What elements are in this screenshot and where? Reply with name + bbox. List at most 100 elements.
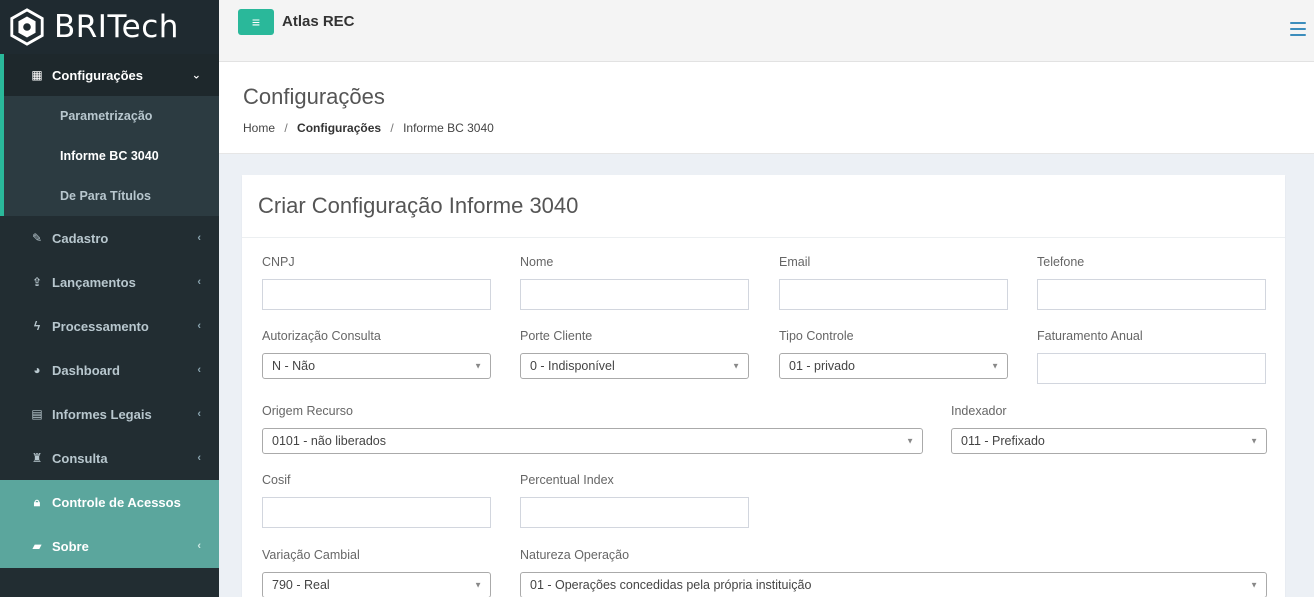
breadcrumb-configuracoes[interactable]: Configurações <box>297 121 381 135</box>
natureza-operacao-label: Natureza Operação <box>520 548 630 562</box>
chevron-left-icon: ‹ <box>197 320 201 332</box>
breadcrumb-separator: / <box>390 121 394 135</box>
cosif-input[interactable] <box>262 497 491 528</box>
form-header: Criar Configuração Informe 3040 <box>242 175 1285 238</box>
faturamento-anual-label: Faturamento Anual <box>1037 329 1143 343</box>
sidebar-item-label: Sobre <box>52 538 89 554</box>
select-value: 790 - Real <box>272 578 330 592</box>
sidebar-item-label: Informes Legais <box>52 406 152 422</box>
sidebar-item-processamento[interactable]: ϟ Processamento ‹ <box>0 304 219 348</box>
sidebar-item-configuracoes[interactable]: ▦ Configurações ⌄ <box>0 54 219 96</box>
upload-icon: ⇪ <box>31 275 43 289</box>
sidebar-submenu: Parametrização Informe BC 3040 De Para T… <box>0 96 219 216</box>
chevron-down-icon: ⌄ <box>191 69 201 82</box>
autorizacao-consulta-select[interactable]: N - Não ▼ <box>262 353 491 379</box>
sidebar-item-label: Consulta <box>52 450 108 466</box>
email-input[interactable] <box>779 279 1008 310</box>
form-box: Criar Configuração Informe 3040 CNPJ Nom… <box>242 175 1285 597</box>
nome-input[interactable] <box>520 279 749 310</box>
chevron-left-icon: ‹ <box>197 540 201 552</box>
sidebar-item-informes-legais[interactable]: ▤ Informes Legais ‹ <box>0 392 219 436</box>
sidebar-item-dashboard[interactable]: ◕ Dashboard ‹ <box>0 348 219 392</box>
dropdown-arrow-icon: ▼ <box>474 580 482 590</box>
form-title: Criar Configuração Informe 3040 <box>258 193 579 218</box>
sidebar-item-cadastro[interactable]: ✎ Cadastro ‹ <box>0 216 219 260</box>
percentual-index-input[interactable] <box>520 497 749 528</box>
page-title: Configurações <box>243 84 385 109</box>
tipo-controle-label: Tipo Controle <box>779 329 854 343</box>
logo[interactable]: BRITech <box>0 0 219 54</box>
sidebar-item-label: Controle de Acessos <box>52 494 181 510</box>
logo-text: BRITech <box>54 9 179 45</box>
tipo-controle-select[interactable]: 01 - privado ▼ <box>779 353 1008 379</box>
percentual-index-label: Percentual Index <box>520 473 614 487</box>
binoculars-icon: ♜ <box>31 451 43 465</box>
top-header: ≡ Atlas REC <box>219 0 1314 62</box>
sidebar-item-label: Configurações <box>52 67 144 83</box>
breadcrumb-home[interactable]: Home <box>243 121 275 135</box>
natureza-operacao-select[interactable]: 01 - Operações concedidas pela própria i… <box>520 572 1267 597</box>
cnpj-input[interactable] <box>262 279 491 310</box>
cnpj-label: CNPJ <box>262 255 295 269</box>
app-title: Atlas REC <box>282 13 355 30</box>
dropdown-arrow-icon: ▼ <box>1250 436 1258 446</box>
chevron-left-icon: ‹ <box>197 232 201 244</box>
cosif-label: Cosif <box>262 473 291 487</box>
dropdown-arrow-icon: ▼ <box>991 361 999 371</box>
select-value: 01 - Operações concedidas pela própria i… <box>530 578 812 592</box>
sidebar-item-sobre[interactable]: ▰ Sobre ‹ <box>0 524 219 568</box>
porte-cliente-label: Porte Cliente <box>520 329 593 343</box>
indexador-label: Indexador <box>951 404 1007 418</box>
file-icon: ▤ <box>31 407 43 421</box>
sidebar-subitem-de-para-titulos[interactable]: De Para Títulos <box>4 176 219 216</box>
breadcrumb: Home / Configurações / Informe BC 3040 <box>243 121 494 135</box>
dropdown-arrow-icon: ▼ <box>474 361 482 371</box>
telefone-input[interactable] <box>1037 279 1266 310</box>
sidebar: BRITech ▦ Configurações ⌄ Parametrização… <box>0 0 219 597</box>
grid-icon: ▦ <box>31 68 43 82</box>
origem-recurso-label: Origem Recurso <box>262 404 353 418</box>
porte-cliente-select[interactable]: 0 - Indisponível ▼ <box>520 353 749 379</box>
breadcrumb-separator: / <box>284 121 288 135</box>
chevron-left-icon: ‹ <box>197 408 201 420</box>
sidebar-item-consulta[interactable]: ♜ Consulta ‹ <box>0 436 219 480</box>
chevron-left-icon: ‹ <box>197 452 201 464</box>
sidebar-item-label: Processamento <box>52 318 149 334</box>
sidebar-item-label: Lançamentos <box>52 274 136 290</box>
sidebar-menu: ▦ Configurações ⌄ Parametrização Informe… <box>0 54 219 568</box>
chevron-left-icon: ‹ <box>197 364 201 376</box>
email-label: Email <box>779 255 811 269</box>
variacao-cambial-select[interactable]: 790 - Real ▼ <box>262 572 491 597</box>
dropdown-arrow-icon: ▼ <box>732 361 740 371</box>
faturamento-anual-input[interactable] <box>1037 353 1266 384</box>
sidebar-item-label: Cadastro <box>52 230 109 246</box>
britech-logo-icon <box>10 8 44 46</box>
pie-chart-icon: ◕ <box>33 363 41 377</box>
sidebar-item-label: Dashboard <box>52 362 120 378</box>
book-icon: ▰ <box>32 539 42 553</box>
sidebar-toggle-button[interactable]: ≡ <box>238 9 274 35</box>
sidebar-subitem-informe-bc-3040[interactable]: Informe BC 3040 <box>4 136 219 176</box>
sidebar-item-controle-de-acessos[interactable]: 🔒︎ Controle de Acessos <box>0 480 219 524</box>
content-header: Configurações Home / Configurações / Inf… <box>219 62 1314 154</box>
sidebar-item-lancamentos[interactable]: ⇪ Lançamentos ‹ <box>0 260 219 304</box>
select-value: 0101 - não liberados <box>272 434 386 448</box>
dropdown-arrow-icon: ▼ <box>1250 580 1258 590</box>
select-value: N - Não <box>272 359 316 373</box>
indexador-select[interactable]: 011 - Prefixado ▼ <box>951 428 1267 454</box>
sidebar-subitem-parametrizacao[interactable]: Parametrização <box>4 96 219 136</box>
select-value: 0 - Indisponível <box>530 359 615 373</box>
hamburger-menu-icon[interactable] <box>1290 22 1306 36</box>
content-area: Criar Configuração Informe 3040 CNPJ Nom… <box>219 154 1314 597</box>
autorizacao-consulta-label: Autorização Consulta <box>262 329 381 343</box>
dropdown-arrow-icon: ▼ <box>906 436 914 446</box>
bolt-icon: ϟ <box>33 319 41 333</box>
nome-label: Nome <box>520 255 554 269</box>
origem-recurso-select[interactable]: 0101 - não liberados ▼ <box>262 428 923 454</box>
select-value: 01 - privado <box>789 359 856 373</box>
chevron-left-icon: ‹ <box>197 276 201 288</box>
lock-icon: 🔒︎ <box>33 494 41 509</box>
variacao-cambial-label: Variação Cambial <box>262 548 360 562</box>
select-value: 011 - Prefixado <box>961 434 1045 448</box>
telefone-label: Telefone <box>1037 255 1085 269</box>
